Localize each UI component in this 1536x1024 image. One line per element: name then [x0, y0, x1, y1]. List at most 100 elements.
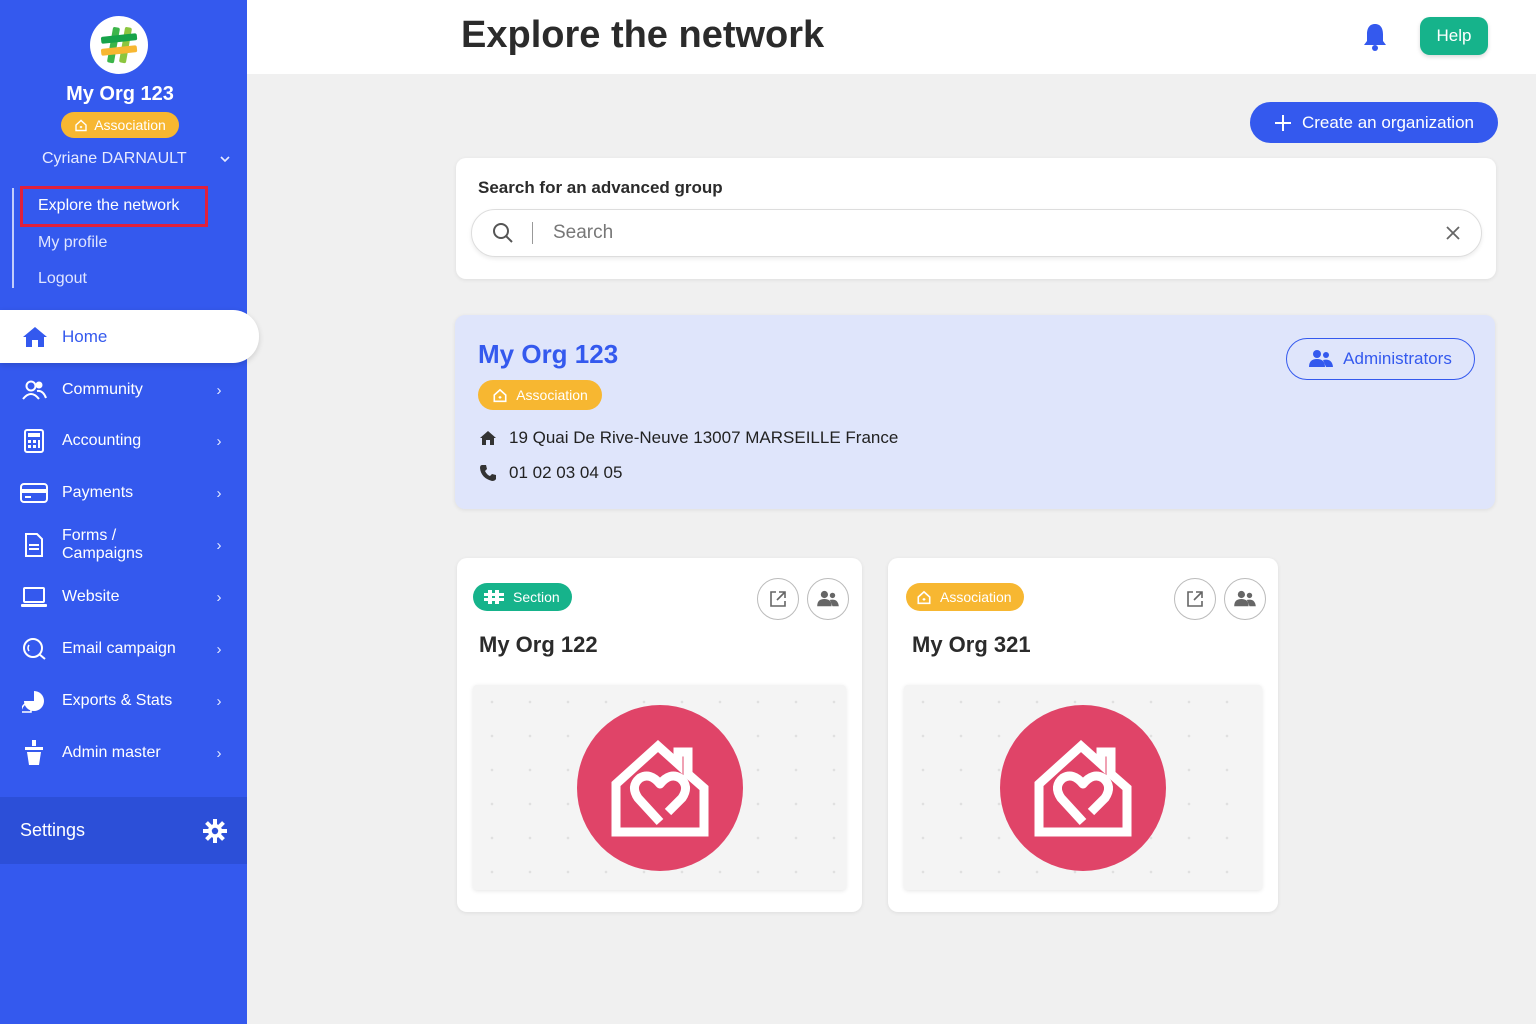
- users-icon: [1309, 350, 1334, 367]
- house-icon: [75, 119, 87, 132]
- org-address: 19 Quai De Rive-Neuve 13007 MARSEILLE Fr…: [509, 428, 899, 447]
- user-menu-toggle[interactable]: Cyriane DARNAULT: [42, 150, 232, 168]
- menu-accounting-label: Accounting: [62, 432, 142, 449]
- child-org-card[interactable]: Section My Org 122: [457, 558, 862, 912]
- calculator-icon: [20, 427, 48, 455]
- help-button[interactable]: Help: [1420, 17, 1488, 55]
- org-card-type-label: Association: [516, 387, 588, 403]
- menu-admin-label: Admin master: [62, 744, 161, 761]
- chevron-right-icon: ›: [216, 692, 222, 710]
- house-heart-logo: [1000, 704, 1166, 871]
- chevron-right-icon: ›: [216, 381, 222, 399]
- administrators-label: Administrators: [1343, 349, 1452, 368]
- chevron-down-icon: [220, 156, 230, 163]
- org-phone-row: 01 02 03 04 05: [479, 463, 622, 483]
- gear-icon: [203, 818, 227, 843]
- child-org-image: [904, 685, 1262, 890]
- org-card-type-badge: Association: [478, 380, 602, 410]
- org-type-badge: Association: [61, 112, 179, 138]
- active-link-highlight: [20, 186, 208, 227]
- nav-my-profile[interactable]: My profile: [38, 234, 107, 252]
- association-badge-label: Association: [940, 589, 1012, 605]
- page-title: Explore the network: [461, 14, 825, 56]
- user-name: Cyriane DARNAULT: [42, 150, 187, 167]
- search-field[interactable]: [471, 209, 1482, 257]
- bell-icon: [1364, 24, 1386, 51]
- clear-search-icon[interactable]: [1445, 225, 1461, 241]
- org-card-name[interactable]: My Org 123: [478, 339, 618, 370]
- sidebar: My Org 123 Association Cyriane DARNAULT …: [0, 0, 259, 1024]
- house-heart-icon: [611, 739, 708, 836]
- chevron-right-icon: ›: [216, 588, 222, 606]
- chevron-right-icon: ›: [216, 744, 222, 762]
- open-external-button[interactable]: [1174, 578, 1216, 620]
- top-header: Explore the network Help: [247, 0, 1536, 74]
- external-link-icon: [1187, 591, 1203, 607]
- admin-icon: [20, 739, 48, 767]
- menu-home-label: Home: [62, 326, 108, 346]
- document-icon: [20, 531, 48, 559]
- chat-bubble-icon: [20, 635, 48, 663]
- menu-payments[interactable]: Payments ›: [0, 473, 247, 513]
- child-org-name: My Org 321: [912, 632, 1031, 657]
- house-heart-icon: [1034, 739, 1132, 836]
- org-type-label: Association: [94, 117, 166, 133]
- pie-chart-icon: [20, 687, 48, 715]
- create-organization-label: Create an organization: [1301, 112, 1474, 132]
- chevron-right-icon: ›: [216, 432, 222, 450]
- home-icon: [480, 431, 496, 445]
- search-separator: [532, 222, 533, 244]
- org-name: My Org 123: [66, 83, 174, 105]
- org-address-row: 19 Quai De Rive-Neuve 13007 MARSEILLE Fr…: [479, 428, 898, 448]
- search-card-title: Search for an advanced group: [478, 178, 723, 197]
- section-badge: Section: [473, 583, 572, 611]
- search-card: Search for an advanced group: [456, 158, 1496, 279]
- laptop-icon: [20, 583, 48, 611]
- administrators-button[interactable]: Administrators: [1286, 338, 1475, 380]
- settings-label: Settings: [20, 820, 86, 840]
- org-phone: 01 02 03 04 05: [509, 463, 623, 482]
- nav-logout[interactable]: Logout: [38, 270, 87, 288]
- settings-button[interactable]: Settings: [0, 797, 247, 864]
- section-icon: [484, 590, 504, 604]
- child-org-image: [473, 685, 846, 890]
- menu-payments-label: Payments: [62, 484, 134, 501]
- menu-exports-label: Exports & Stats: [62, 692, 173, 709]
- search-icon: [493, 223, 513, 243]
- menu-accounting[interactable]: Accounting ›: [0, 421, 247, 461]
- section-badge-label: Section: [513, 589, 560, 605]
- community-icon: [20, 376, 48, 404]
- credit-card-icon: [20, 479, 48, 507]
- menu-forms-label: Forms / Campaigns: [62, 527, 143, 562]
- house-icon: [917, 590, 931, 605]
- menu-community-label: Community: [62, 381, 143, 398]
- open-external-button[interactable]: [757, 578, 799, 620]
- users-icon: [817, 590, 839, 607]
- menu-forms-campaigns[interactable]: Forms / Campaigns ›: [0, 525, 247, 565]
- menu-website[interactable]: Website ›: [0, 577, 247, 617]
- association-badge: Association: [906, 583, 1024, 611]
- house-heart-logo: [576, 704, 743, 871]
- current-org-card: My Org 123 Association 19 Quai De Rive-N…: [455, 315, 1495, 509]
- plus-icon: [1274, 114, 1291, 131]
- notifications-button[interactable]: [1362, 22, 1388, 57]
- menu-exports-stats[interactable]: Exports & Stats ›: [0, 681, 247, 721]
- members-button[interactable]: [807, 578, 849, 620]
- child-org-card[interactable]: Association My Org 321: [888, 558, 1278, 912]
- menu-website-label: Website: [62, 588, 120, 605]
- members-button[interactable]: [1224, 578, 1266, 620]
- org-logo[interactable]: [90, 16, 148, 74]
- menu-email-campaign[interactable]: Email campaign ›: [0, 629, 247, 669]
- menu-email-label: Email campaign: [62, 640, 176, 657]
- menu-community[interactable]: Community ›: [0, 370, 247, 410]
- users-icon: [1234, 590, 1256, 607]
- house-icon: [493, 388, 507, 403]
- menu-admin-master[interactable]: Admin master ›: [0, 733, 247, 773]
- home-icon: [23, 326, 47, 347]
- phone-icon: [480, 465, 496, 481]
- create-organization-button[interactable]: Create an organization: [1250, 102, 1498, 143]
- search-input[interactable]: [553, 222, 1445, 244]
- org-logo-icon: [100, 27, 138, 64]
- chevron-right-icon: ›: [216, 536, 222, 554]
- menu-home[interactable]: Home: [0, 310, 259, 363]
